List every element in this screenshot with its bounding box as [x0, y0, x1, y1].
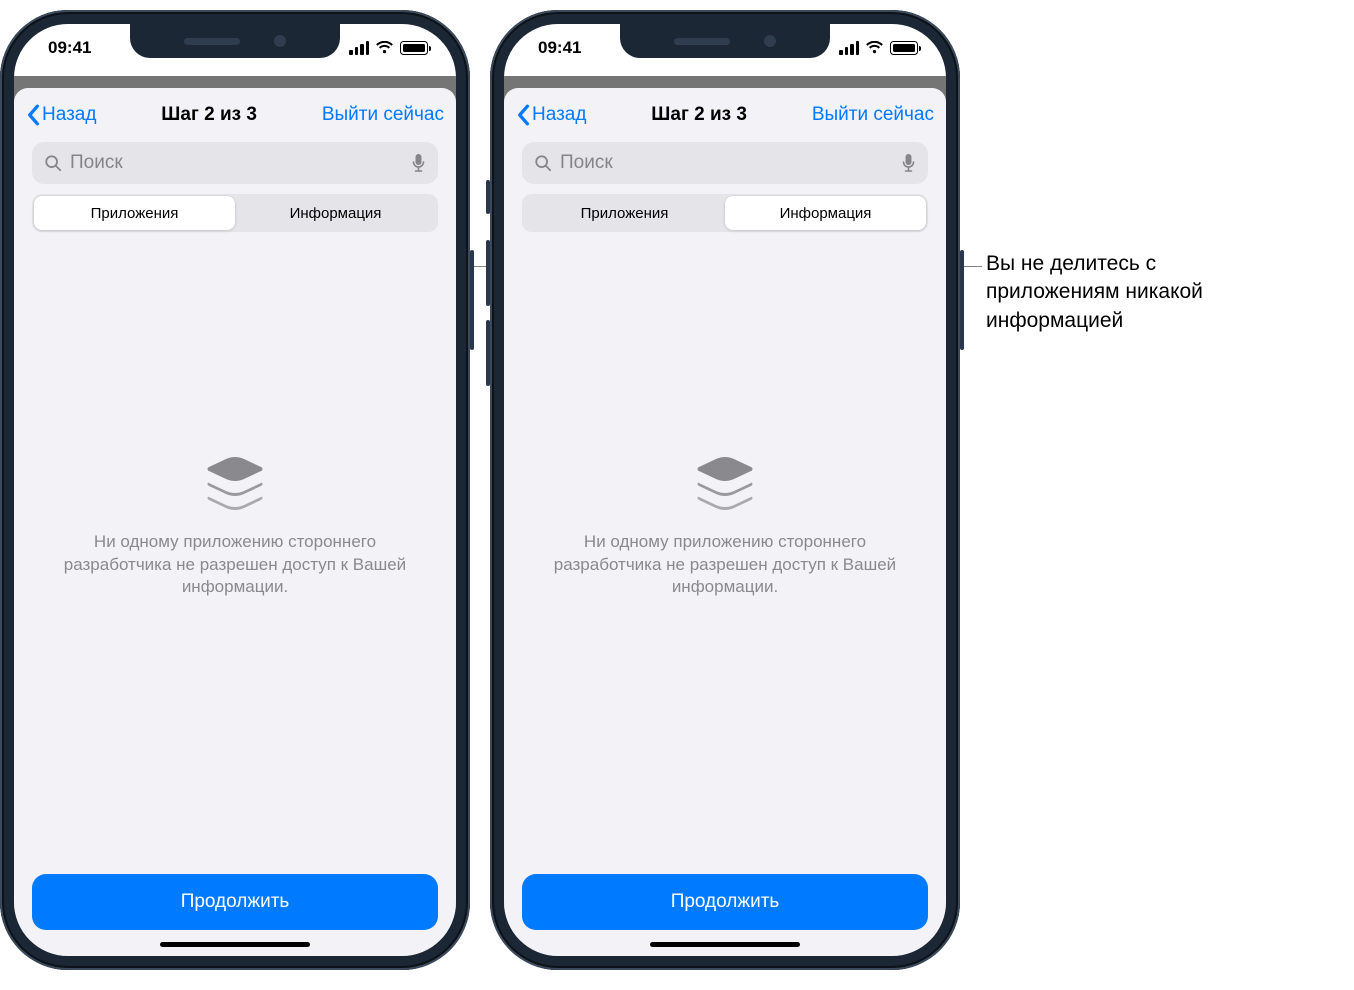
status-time: 09:41 — [538, 38, 581, 58]
phone-notch — [130, 24, 340, 58]
tab-info[interactable]: Информация — [725, 196, 926, 230]
sheet: Назад Шаг 2 из 3 Выйти сейчас — [14, 88, 456, 956]
search-icon — [534, 154, 552, 172]
back-label: Назад — [532, 104, 586, 126]
chevron-left-icon — [516, 104, 530, 126]
tab-apps[interactable]: Приложения — [34, 196, 235, 230]
wifi-icon — [865, 41, 884, 55]
back-button[interactable]: Назад — [516, 104, 586, 126]
search-input[interactable] — [70, 152, 403, 174]
search-field[interactable] — [32, 142, 438, 184]
cellular-icon — [839, 41, 859, 55]
search-field[interactable] — [522, 142, 928, 184]
page-title: Шаг 2 из 3 — [651, 104, 747, 126]
status-time: 09:41 — [48, 38, 91, 58]
segmented-control: Приложения Информация — [522, 194, 928, 232]
battery-icon — [400, 41, 428, 55]
stack-icon — [200, 455, 270, 517]
tab-apps[interactable]: Приложения — [524, 196, 725, 230]
mic-icon[interactable] — [411, 153, 426, 173]
empty-state: Ни одному приложению стороннего разработ… — [504, 180, 946, 874]
continue-button[interactable]: Продолжить — [32, 874, 438, 930]
segmented-control: Приложения Информация — [32, 194, 438, 232]
search-icon — [44, 154, 62, 172]
back-label: Назад — [42, 104, 96, 126]
chevron-left-icon — [26, 104, 40, 126]
stack-icon — [690, 455, 760, 517]
back-button[interactable]: Назад — [26, 104, 96, 126]
phone-frame-right: 09:41 Назад — [490, 10, 960, 970]
tab-info[interactable]: Информация — [235, 196, 436, 230]
cellular-icon — [349, 41, 369, 55]
empty-state: Ни одному приложению стороннего разработ… — [14, 180, 456, 874]
page-title: Шаг 2 из 3 — [161, 104, 257, 126]
home-indicator[interactable] — [650, 942, 800, 947]
continue-button[interactable]: Продолжить — [522, 874, 928, 930]
home-indicator[interactable] — [160, 942, 310, 947]
mic-icon[interactable] — [901, 153, 916, 173]
search-input[interactable] — [560, 152, 893, 174]
wifi-icon — [375, 41, 394, 55]
empty-text: Ни одному приложению стороннего разработ… — [540, 531, 910, 600]
callout-text: Вы не делитесь с приложениям никакой инф… — [986, 250, 1203, 335]
empty-text: Ни одному приложению стороннего разработ… — [50, 531, 420, 600]
nav-bar: Назад Шаг 2 из 3 Выйти сейчас — [504, 88, 946, 142]
phone-notch — [620, 24, 830, 58]
battery-icon — [890, 41, 918, 55]
nav-bar: Назад Шаг 2 из 3 Выйти сейчас — [14, 88, 456, 142]
quit-now-button[interactable]: Выйти сейчас — [812, 104, 934, 126]
quit-now-button[interactable]: Выйти сейчас — [322, 104, 444, 126]
sheet: Назад Шаг 2 из 3 Выйти сейчас — [504, 88, 946, 956]
phone-frame-left: 09:41 Назад — [0, 10, 470, 970]
